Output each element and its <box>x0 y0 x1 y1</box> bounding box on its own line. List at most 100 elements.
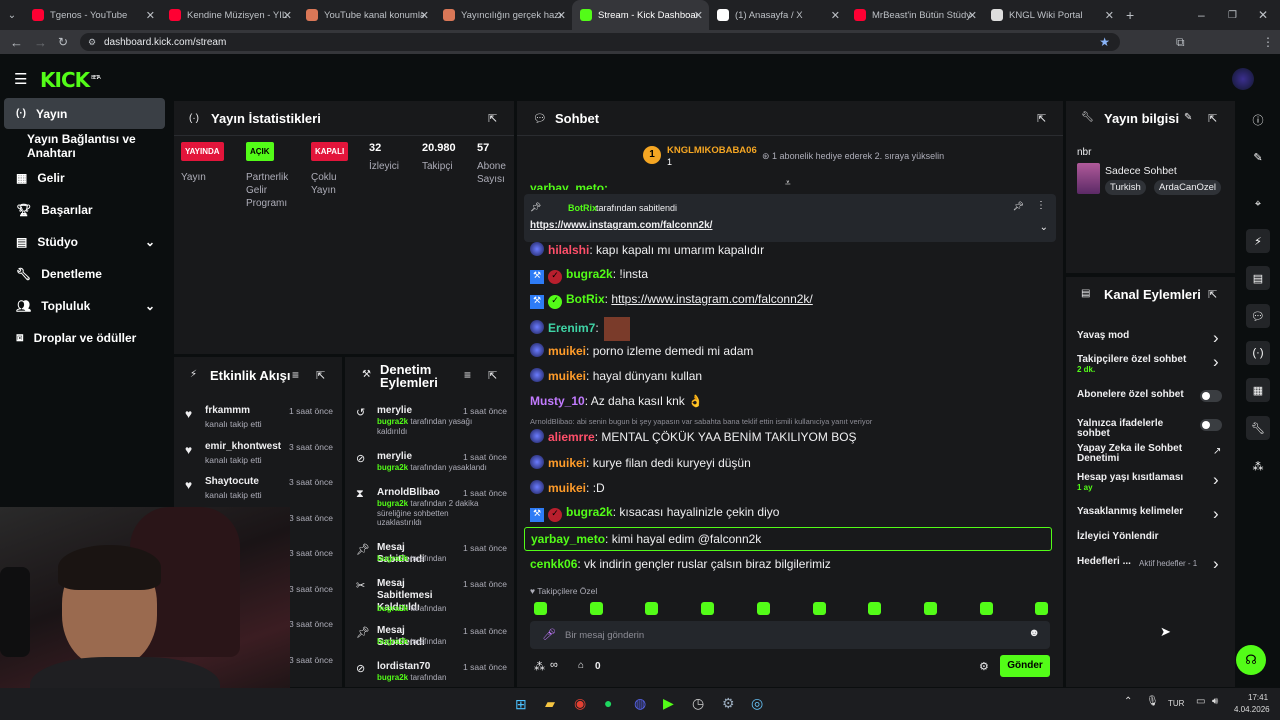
sidebar-item-denetleme[interactable]: 🔧︎ Denetleme <box>4 258 165 289</box>
chat-username[interactable]: BotRix <box>566 292 605 306</box>
forward-icon[interactable]: → <box>34 35 47 50</box>
moderation-actor[interactable]: bugra2k <box>377 554 408 563</box>
tab-close-icon[interactable]: ✕ <box>694 9 703 22</box>
channel-action-item[interactable]: Takipçilere özel sohbet 2 dk. <box>1077 355 1189 375</box>
close-window-icon[interactable]: ✕ <box>1258 8 1268 22</box>
browser-tab[interactable]: KNGL Wiki Portal ✕ <box>983 0 1120 30</box>
mic-tray-icon[interactable]: 🎙︎ <box>1146 696 1159 707</box>
moderation-actor[interactable]: bugra2k <box>377 637 408 646</box>
activity-user[interactable]: emir_khontwest <box>205 441 281 452</box>
chat-username[interactable]: cenkk06 <box>530 557 577 571</box>
edit-icon[interactable]: ✎ <box>1184 112 1192 123</box>
chat-text[interactable]: https://www.instagram.com/falconn2k/ <box>611 292 812 306</box>
channel-action-item[interactable]: Hedefleri ... Aktif hedefler - 1 <box>1077 557 1197 569</box>
chrome-icon[interactable]: ◉ <box>574 695 586 712</box>
language-indicator[interactable]: TUR <box>1168 699 1184 708</box>
emote-icon[interactable] <box>701 602 715 615</box>
browser-tab[interactable]: Tgenos - YouTube ✕ <box>24 0 161 30</box>
browser-tab[interactable]: MrBeast'in Bütün Stüdyol ✕ <box>846 0 983 30</box>
extensions-icon[interactable]: ⧉ <box>1176 35 1185 50</box>
back-icon[interactable]: ← <box>10 35 23 50</box>
tag-0[interactable]: Turkish <box>1105 180 1146 195</box>
doc-icon[interactable]: ▤ <box>1246 266 1270 290</box>
tag-1[interactable]: ArdaCanOzel <box>1154 180 1222 195</box>
info-icon[interactable]: ⓘ <box>1246 108 1270 132</box>
emote-icon[interactable] <box>756 602 770 615</box>
store-icon[interactable]: ⌂ <box>578 660 584 671</box>
network-icon[interactable]: ▭ <box>1196 696 1205 707</box>
channel-action-item[interactable]: Yasaklanmış kelimeler <box>1077 507 1189 517</box>
tab-close-icon[interactable]: ✕ <box>1105 9 1114 22</box>
filter-icon[interactable]: ≡ <box>292 368 299 382</box>
channel-action-item[interactable]: Yavaş mod <box>1077 331 1189 341</box>
popout-icon[interactable]: ⇱ <box>488 369 497 382</box>
moderation-actor[interactable]: bugra2k <box>377 604 408 613</box>
sidebar-item-yayin[interactable]: (·) Yayın <box>4 98 165 129</box>
emote-icon[interactable] <box>645 602 659 615</box>
emote-icon[interactable] <box>923 602 937 615</box>
emote-icon[interactable] <box>868 602 882 615</box>
sidebar-item-droplar[interactable]: ⧈ Droplar ve ödüller <box>4 322 165 353</box>
toggle-switch[interactable] <box>1200 419 1222 431</box>
moderation-actor[interactable]: bugra2k <box>377 463 408 472</box>
focus-icon[interactable]: ⌖ <box>1246 192 1270 216</box>
tab-close-icon[interactable]: ✕ <box>283 9 292 22</box>
clock-date[interactable]: 4.04.2026 <box>1234 705 1270 714</box>
minimize-icon[interactable]: – <box>1198 8 1205 22</box>
profile-avatar[interactable] <box>1232 68 1254 90</box>
file-explorer-icon[interactable]: ▰ <box>545 696 555 712</box>
chat-username[interactable]: muikei <box>548 344 586 358</box>
moderation-actor[interactable]: bugra2k <box>377 673 408 682</box>
chevron-down-icon[interactable]: ⩡ <box>785 178 791 189</box>
sidebar-item-gelir[interactable]: ▦ Gelir <box>4 162 165 193</box>
volume-icon[interactable]: 🔊︎ <box>1212 696 1218 707</box>
chat-icon[interactable]: 💬︎ <box>1246 304 1270 328</box>
chat-username[interactable]: muikei <box>548 369 586 383</box>
chat-username[interactable]: Musty_10 <box>530 394 585 408</box>
wrench-icon[interactable]: 🔧︎ <box>1246 416 1270 440</box>
clock-app-icon[interactable]: ◷ <box>692 695 704 712</box>
tab-close-icon[interactable]: ✕ <box>831 9 840 22</box>
chat-username[interactable]: muikei <box>548 456 586 470</box>
tab-close-icon[interactable]: ✕ <box>968 9 977 22</box>
chat-username[interactable]: hilalshi <box>548 243 589 257</box>
popout-icon[interactable]: ⇱ <box>1037 112 1046 125</box>
chat-username[interactable]: aliemrre <box>548 430 595 444</box>
emoji-icon[interactable]: ☻ <box>1028 627 1040 639</box>
chat-username[interactable]: yarbay_meto <box>531 532 605 546</box>
settings-icon[interactable]: ⚙ <box>979 660 989 673</box>
category-name[interactable]: Sadece Sohbet <box>1105 165 1177 177</box>
moderation-target[interactable]: lordistan70 <box>377 661 449 673</box>
url-field[interactable]: ⚙ dashboard.kick.com/stream ★ <box>80 33 1120 51</box>
tab-close-icon[interactable]: ✕ <box>420 9 429 22</box>
restore-icon[interactable]: ❐ <box>1228 10 1237 21</box>
emote-icon[interactable] <box>589 602 603 615</box>
browser-tab[interactable]: YouTube kanal konumları ✕ <box>298 0 435 30</box>
toggle-switch[interactable] <box>1200 390 1222 402</box>
pen-icon[interactable]: ✎ <box>1246 145 1270 169</box>
send-button[interactable]: Gönder <box>1000 655 1050 677</box>
moderation-target[interactable]: merylie <box>377 405 449 417</box>
layout-icon[interactable]: ▦ <box>1246 378 1270 402</box>
sidebar-item-studyo[interactable]: ▤ Stüdyo ⌄ <box>4 226 165 257</box>
menu-dots-icon[interactable]: ⋮ <box>1262 35 1274 49</box>
activity-user[interactable]: Shaytocute <box>205 476 259 487</box>
popout-icon[interactable]: ⇱ <box>1208 288 1217 301</box>
tab-search-icon[interactable]: ⌄ <box>0 10 24 21</box>
pin-action-icon[interactable]: 📌︎ <box>1013 201 1024 212</box>
browser-tab[interactable]: Kendine Müzisyen - YILLA✕ <box>161 0 298 30</box>
channel-action-item[interactable]: Yapay Zeka ile Sohbet Denetimi <box>1077 444 1189 464</box>
site-info-icon[interactable]: ⚙ <box>88 37 96 48</box>
support-button[interactable]: ☊ <box>1236 645 1266 675</box>
emote-icon[interactable] <box>812 602 826 615</box>
channel-action-item[interactable]: Hesap yaşı kısıtlaması 1 ay <box>1077 473 1189 493</box>
chat-username[interactable]: bugra2k <box>566 505 613 519</box>
steam-icon[interactable]: ◎ <box>751 695 763 712</box>
popout-icon[interactable]: ⇱ <box>316 369 325 382</box>
chat-input[interactable]: 🎤︎ Bir mesaj gönderin ☻ <box>530 621 1050 649</box>
discord-icon[interactable]: ◍ <box>634 695 646 712</box>
new-tab-button[interactable]: + <box>1126 7 1134 23</box>
broadcast-icon[interactable]: (·) <box>1246 341 1270 365</box>
lightning-icon[interactable]: ⚡︎ <box>1246 229 1270 253</box>
users-icon[interactable]: ⁂ <box>534 660 545 673</box>
